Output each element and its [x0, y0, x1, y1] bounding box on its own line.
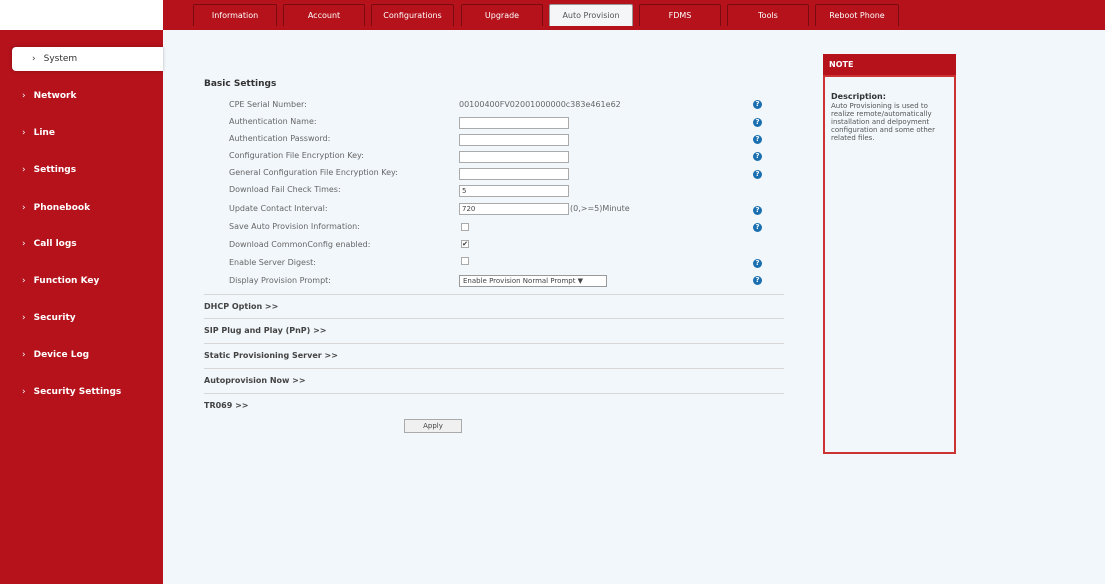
- help-icon[interactable]: ?: [753, 259, 762, 268]
- auth-name-input[interactable]: [459, 117, 569, 129]
- section-tr069[interactable]: TR069 >>: [204, 401, 249, 410]
- chevron-right-icon: ›: [22, 276, 26, 286]
- tab-configurations[interactable]: Configurations: [371, 4, 454, 26]
- config-key-label: Configuration File Encryption Key:: [229, 151, 364, 160]
- download-fail-input[interactable]: 5: [459, 185, 569, 197]
- sidebar-item-label: Phonebook: [33, 203, 91, 213]
- divider: [204, 393, 784, 394]
- divider: [204, 318, 784, 319]
- tab-reboot-phone[interactable]: Reboot Phone: [815, 4, 899, 26]
- help-icon[interactable]: ?: [753, 118, 762, 127]
- apply-button[interactable]: Apply: [404, 419, 462, 433]
- divider: [204, 294, 784, 295]
- help-icon[interactable]: ?: [753, 152, 762, 161]
- sidebar-item-system[interactable]: › System: [12, 47, 163, 71]
- chevron-right-icon: ›: [22, 239, 26, 249]
- tab-information[interactable]: Information: [193, 4, 277, 26]
- tab-account[interactable]: Account: [283, 4, 365, 26]
- help-icon[interactable]: ?: [753, 135, 762, 144]
- section-static-provisioning[interactable]: Static Provisioning Server >>: [204, 351, 338, 360]
- update-interval-label: Update Contact Interval:: [229, 204, 328, 213]
- note-description: Auto Provisioning is used to realize rem…: [831, 102, 935, 142]
- cpe-serial-label: CPE Serial Number:: [229, 100, 307, 109]
- section-autoprovision-now[interactable]: Autoprovision Now >>: [204, 376, 306, 385]
- sidebar-item-device-log[interactable]: › Device Log: [0, 345, 163, 365]
- chevron-right-icon: ›: [22, 350, 26, 360]
- section-dhcp-option[interactable]: DHCP Option >>: [204, 302, 278, 311]
- chevron-right-icon: ›: [22, 165, 26, 175]
- provision-prompt-select[interactable]: Enable Provision Normal Prompt ▼: [459, 275, 607, 287]
- config-key-input[interactable]: [459, 151, 569, 163]
- auth-password-label: Authentication Password:: [229, 134, 331, 143]
- chevron-right-icon: ›: [22, 203, 26, 213]
- general-config-key-input[interactable]: [459, 168, 569, 180]
- tab-auto-provision[interactable]: Auto Provision: [549, 4, 633, 26]
- divider: [204, 368, 784, 369]
- update-interval-input[interactable]: 720: [459, 203, 569, 215]
- sidebar-item-label: Call logs: [33, 239, 77, 249]
- server-digest-checkbox[interactable]: [461, 257, 469, 265]
- sidebar-item-phonebook[interactable]: › Phonebook: [0, 198, 163, 218]
- general-config-key-label: General Configuration File Encryption Ke…: [229, 168, 398, 177]
- sidebar-item-function-key[interactable]: › Function Key: [0, 271, 163, 291]
- note-title: Description:: [831, 92, 886, 101]
- note-header: NOTE: [823, 54, 956, 75]
- topbar-corner: [0, 0, 163, 30]
- sidebar-item-label: Network: [33, 91, 77, 101]
- tab-fdms[interactable]: FDMS: [639, 4, 721, 26]
- download-fail-label: Download Fail Check Times:: [229, 185, 341, 194]
- chevron-right-icon: ›: [22, 91, 26, 101]
- tab-upgrade[interactable]: Upgrade: [461, 4, 543, 26]
- sidebar-item-label: Line: [33, 128, 55, 138]
- sidebar-item-security-settings[interactable]: › Security Settings: [0, 382, 163, 402]
- help-icon[interactable]: ?: [753, 223, 762, 232]
- basic-settings-title: Basic Settings: [204, 79, 277, 89]
- auth-name-label: Authentication Name:: [229, 117, 317, 126]
- sidebar-item-network[interactable]: › Network: [0, 86, 163, 106]
- help-icon[interactable]: ?: [753, 206, 762, 215]
- auth-password-input[interactable]: [459, 134, 569, 146]
- chevron-right-icon: ›: [22, 313, 26, 323]
- chevron-right-icon: ›: [22, 128, 26, 138]
- help-icon[interactable]: ?: [753, 100, 762, 109]
- sidebar-item-label: System: [43, 54, 78, 64]
- help-icon[interactable]: ?: [753, 276, 762, 285]
- save-provision-label: Save Auto Provision Information:: [229, 222, 360, 231]
- sidebar-item-label: Device Log: [33, 350, 90, 360]
- sidebar: › System › Network › Line › Settings › Phoneb…: [0, 30, 163, 584]
- download-commonconfig-checkbox[interactable]: ✔: [461, 240, 469, 248]
- save-provision-checkbox[interactable]: [461, 223, 469, 231]
- sidebar-item-label: Settings: [33, 165, 77, 175]
- chevron-right-icon: ›: [32, 54, 36, 64]
- sidebar-item-settings[interactable]: › Settings: [0, 160, 163, 180]
- sidebar-item-security[interactable]: › Security: [0, 308, 163, 328]
- provision-prompt-label: Display Provision Prompt:: [229, 276, 331, 285]
- chevron-right-icon: ›: [22, 387, 26, 397]
- cpe-serial-value: 00100400FV02001000000c383e461e62: [459, 100, 621, 109]
- sidebar-item-label: Function Key: [33, 276, 100, 286]
- tab-tools[interactable]: Tools: [727, 4, 809, 26]
- sidebar-item-label: Security Settings: [33, 387, 122, 397]
- download-commonconfig-label: Download CommonConfig enabled:: [229, 240, 371, 249]
- sidebar-item-label: Security: [33, 313, 76, 323]
- sidebar-item-call-logs[interactable]: › Call logs: [0, 234, 163, 254]
- sidebar-item-line[interactable]: › Line: [0, 123, 163, 143]
- divider: [204, 343, 784, 344]
- update-interval-suffix: (0,>=5)Minute: [570, 204, 630, 213]
- help-icon[interactable]: ?: [753, 170, 762, 179]
- section-sip-pnp[interactable]: SIP Plug and Play (PnP) >>: [204, 326, 327, 335]
- server-digest-label: Enable Server Digest:: [229, 258, 316, 267]
